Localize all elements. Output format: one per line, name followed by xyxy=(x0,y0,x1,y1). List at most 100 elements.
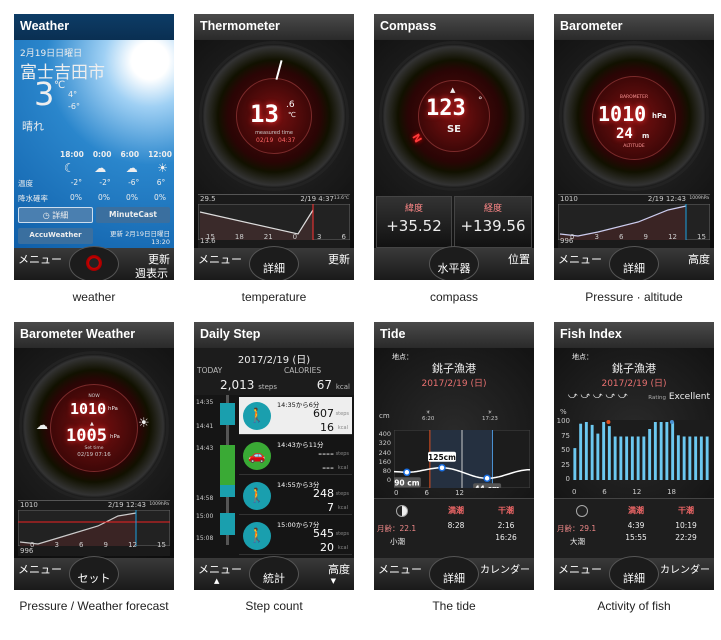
activity-bar xyxy=(653,422,657,480)
timeline-block xyxy=(220,513,235,535)
low-tide-time: 2:16 xyxy=(497,521,515,530)
gauge-label: BAROMETER xyxy=(619,95,649,100)
latitude-box: 緯度 +35.52 xyxy=(376,196,452,248)
set-time: 02/19 07:16 xyxy=(77,452,111,458)
tick: 12 xyxy=(128,541,137,549)
stats-button[interactable]: 統計 xyxy=(249,556,299,590)
longitude-label: 経度 xyxy=(483,204,502,214)
tick: 6 xyxy=(79,541,84,549)
kcal-unit: kcal xyxy=(337,465,348,471)
unit-label: cm xyxy=(379,412,390,420)
detail-button[interactable]: ◷ 詳細 xyxy=(18,207,93,223)
cloud-icon: ☁ xyxy=(36,418,48,432)
measured-label: measured time xyxy=(255,130,293,136)
measured-time: 04:37 xyxy=(278,137,296,144)
low-tide-label: 干潮 xyxy=(678,506,694,515)
tide-type: 大潮 xyxy=(570,537,585,546)
total-calories: 67 xyxy=(316,378,333,392)
sunset-marker xyxy=(669,420,674,424)
accuweather-logo[interactable]: AccuWeather xyxy=(18,228,93,244)
kcal-unit: kcal xyxy=(337,545,348,551)
barometer-weather-screen: Barometer Weather ☁ ☀ NOW 1010 hPa ▲ 100… xyxy=(14,322,174,590)
level-button[interactable]: 水平器 xyxy=(429,246,479,280)
caption: Pressure / Weather forecast xyxy=(19,599,169,613)
set-pressure: 1005 xyxy=(66,426,107,446)
up-arrow-icon[interactable]: ▲ xyxy=(214,577,219,585)
down-arrow-icon[interactable]: ▼ xyxy=(331,577,336,585)
tick: 9 xyxy=(103,541,109,549)
activity-timeline[interactable]: 14:35 14:41 14:43 14:58 15:00 15:08 🚶 14:35から… xyxy=(194,395,354,558)
activity-item[interactable]: 🚶 14:35から6分 607 steps 16 kcal xyxy=(239,397,352,435)
detail-button[interactable]: 詳細 xyxy=(609,556,659,590)
refresh-button[interactable]: 更新 xyxy=(328,251,350,267)
hour-temp: -2° xyxy=(99,178,111,187)
pointer-icon: ▲ xyxy=(450,86,456,94)
detail-button[interactable]: 詳細 xyxy=(609,246,659,280)
activity-bar xyxy=(619,436,623,480)
activity-item[interactable]: 🚶 14:55から3分 248 steps 7 kcal xyxy=(239,477,352,515)
y-tick: 75 xyxy=(561,431,570,440)
tick: 15 xyxy=(157,541,166,549)
calendar-button[interactable]: カレンダー xyxy=(660,561,710,576)
caption: weather xyxy=(72,290,116,304)
x-tick: 6 xyxy=(602,488,607,496)
tide-date: 2017/2/19 (日) xyxy=(421,379,487,389)
hour-temp: 6° xyxy=(156,178,166,187)
menu-button[interactable]: メニュー xyxy=(18,251,62,267)
detail-button[interactable]: 詳細 xyxy=(249,246,299,280)
altitude-button[interactable]: 高度 xyxy=(328,561,350,577)
weather-panel: 2月19日日曜日 富士吉田市 3 ℃ 4° -6° 晴れ 18:00 0:00 6:… xyxy=(14,40,174,248)
temperature-decimal: .6 xyxy=(286,100,295,110)
hour: 6:00 xyxy=(120,150,140,159)
chart-min: 996 xyxy=(20,547,34,555)
today-label: TODAY xyxy=(197,366,223,375)
menu-button[interactable]: メニュー xyxy=(378,561,422,577)
menu-button[interactable]: メニュー xyxy=(198,561,242,577)
activity-item[interactable]: 🚗 14:43から11分 ---- steps --- kcal xyxy=(239,437,352,475)
activity-kcal: 7 xyxy=(327,501,334,514)
hour-temp: -2° xyxy=(70,178,82,187)
tick: 6 xyxy=(619,233,624,241)
y-tick: 240 xyxy=(378,448,391,457)
menu-button[interactable]: メニュー xyxy=(558,251,602,267)
low-tide-label: 干潮 xyxy=(498,506,514,515)
x-tick: 12 xyxy=(632,488,642,496)
camera-button[interactable] xyxy=(69,246,119,280)
activity-kcal: 20 xyxy=(320,541,334,554)
cloud-icon: ☁ xyxy=(94,161,107,175)
x-tick: 18 xyxy=(667,488,676,496)
calendar-button[interactable]: カレンダー xyxy=(480,561,530,576)
timeline-time: 15:00 xyxy=(196,513,214,520)
tick: 15 xyxy=(697,233,706,241)
altitude-button[interactable]: 高度 xyxy=(688,251,710,267)
chart-max: 29.5 xyxy=(200,195,216,203)
activity-bar xyxy=(613,436,617,480)
minutecast-button[interactable]: MinuteCast xyxy=(96,207,170,223)
location-button[interactable]: 位置 xyxy=(508,251,530,267)
activity-steps: 545 xyxy=(313,527,334,540)
activity-bar xyxy=(602,422,606,480)
moon-phase-icon xyxy=(576,505,588,517)
menu-button[interactable]: メニュー xyxy=(18,561,62,577)
degree-symbol: ° xyxy=(478,96,483,106)
set-button[interactable]: セット xyxy=(69,556,119,590)
altitude-unit: m xyxy=(642,132,650,140)
menu-button[interactable]: メニュー xyxy=(558,561,602,577)
activity-bar xyxy=(607,426,611,480)
condition: 晴れ xyxy=(22,120,44,133)
tide-label: 125cm xyxy=(428,453,456,462)
rating-value: Excellent xyxy=(668,392,710,402)
steps-unit: steps xyxy=(258,383,277,391)
activity-item[interactable]: 🚶 15:00から7分 545 steps 20 kcal xyxy=(239,517,352,555)
sunrise-marker xyxy=(606,420,611,424)
weekly-button[interactable]: 週表示 xyxy=(135,265,168,280)
updated-date: 更新 2月19日日曜日 xyxy=(110,230,170,238)
detail-button[interactable]: 詳細 xyxy=(429,556,479,590)
screen-title: Tide xyxy=(374,322,534,348)
menu-button[interactable]: メニュー xyxy=(198,251,242,267)
activity-bar xyxy=(676,435,680,480)
caption: The tide xyxy=(432,599,476,613)
steps-unit: steps xyxy=(335,411,349,417)
pressure-unit: hPa xyxy=(110,434,120,440)
activity-bar xyxy=(573,448,577,480)
